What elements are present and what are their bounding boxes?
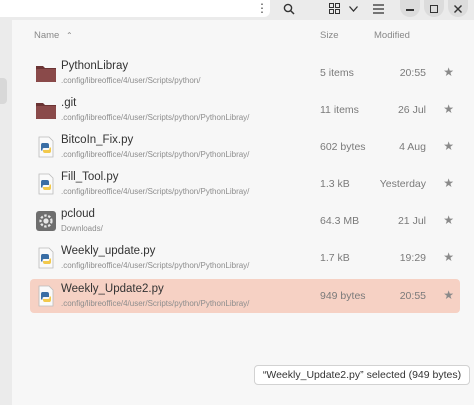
star-icon[interactable]: ★	[443, 250, 454, 264]
file-path: .config/libreoffice/4/user/Scripts/pytho…	[61, 113, 250, 122]
star-icon[interactable]: ★	[443, 65, 454, 79]
file-row[interactable]: .git .config/libreoffice/4/user/Scripts/…	[30, 93, 460, 127]
file-name: BitcoIn_Fix.py	[61, 134, 134, 146]
file-row[interactable]: Fill_Tool.py .config/libreoffice/4/user/…	[30, 167, 460, 201]
minimize-icon	[406, 9, 414, 11]
file-modified: 21 Jul	[397, 215, 426, 227]
file-size: 11 items	[320, 104, 359, 116]
column-header-size[interactable]: Size	[320, 30, 338, 41]
search-icon[interactable]	[281, 0, 297, 17]
star-icon[interactable]: ★	[443, 139, 454, 153]
executable-icon	[36, 211, 56, 231]
star-icon[interactable]: ★	[443, 213, 454, 227]
file-name: pcloud	[61, 208, 95, 220]
location-bar[interactable]	[0, 0, 270, 17]
window-close-button[interactable]	[448, 0, 468, 17]
sort-up-icon: ⌃	[65, 31, 73, 40]
file-modified: 26 Jul	[397, 104, 426, 116]
file-name: Weekly_update.py	[61, 245, 156, 257]
star-icon[interactable]: ★	[443, 288, 454, 302]
selection-status: “Weekly_Update2.py” selected (949 bytes)	[254, 365, 470, 385]
file-modified: 4 Aug	[399, 141, 426, 153]
file-path: .config/libreoffice/4/user/Scripts/pytho…	[61, 261, 250, 270]
maximize-icon	[430, 4, 438, 13]
python-file-icon	[38, 136, 54, 158]
file-size: 5 items	[320, 67, 354, 79]
close-icon	[454, 4, 462, 13]
python-file-icon	[38, 247, 54, 269]
star-icon[interactable]: ★	[443, 176, 454, 190]
chevron-down-icon[interactable]	[347, 0, 359, 17]
minimize-button[interactable]	[400, 0, 420, 17]
file-size: 1.3 kB	[320, 178, 350, 190]
file-path: .config/libreoffice/4/user/Scripts/pytho…	[61, 150, 250, 159]
file-row-selected[interactable]: Weekly_Update2.py .config/libreoffice/4/…	[30, 279, 460, 313]
star-icon[interactable]: ★	[443, 102, 454, 116]
file-size: 949 bytes	[320, 290, 366, 302]
file-path: .config/libreoffice/4/user/Scripts/pytho…	[61, 76, 201, 85]
file-size: 1.7 kB	[320, 252, 350, 264]
file-name: Fill_Tool.py	[61, 171, 119, 183]
list-menu-icon[interactable]	[371, 0, 385, 17]
column-header-name[interactable]: Name ⌃	[34, 30, 73, 41]
file-modified: 19:29	[399, 252, 426, 264]
file-path: Downloads/	[61, 224, 103, 233]
view-grid-icon[interactable]	[327, 0, 341, 17]
file-name: Weekly_Update2.py	[61, 283, 164, 295]
file-name: .git	[61, 97, 77, 109]
maximize-button[interactable]	[424, 0, 444, 17]
file-row[interactable]: pcloud Downloads/ 64.3 MB 21 Jul ★	[30, 204, 460, 238]
file-modified: 20:55	[399, 67, 426, 79]
file-path: .config/libreoffice/4/user/Scripts/pytho…	[61, 299, 250, 308]
kebab-menu-icon[interactable]: ⋮	[256, 1, 268, 15]
file-path: .config/libreoffice/4/user/Scripts/pytho…	[61, 187, 250, 196]
file-row[interactable]: PythonLibray .config/libreoffice/4/user/…	[30, 56, 460, 90]
file-size: 64.3 MB	[320, 215, 360, 227]
file-modified: 20:55	[399, 290, 426, 302]
sidebar	[0, 20, 12, 405]
sidebar-selected-item[interactable]	[0, 78, 7, 104]
column-header-modified[interactable]: Modified	[374, 30, 410, 41]
file-row[interactable]: Weekly_update.py .config/libreoffice/4/u…	[30, 241, 460, 275]
python-file-icon	[38, 285, 54, 307]
file-row[interactable]: BitcoIn_Fix.py .config/libreoffice/4/use…	[30, 130, 460, 164]
file-list: Name ⌃ Size Modified PythonLibray .confi…	[12, 20, 474, 405]
file-name: PythonLibray	[61, 60, 129, 72]
folder-icon	[36, 103, 56, 119]
python-file-icon	[38, 173, 54, 195]
column-name-label: Name	[34, 30, 60, 41]
file-size: 602 bytes	[320, 141, 366, 153]
folder-icon	[36, 66, 56, 82]
header-bar: ⋮	[0, 0, 474, 20]
file-modified: Yesterday	[379, 178, 426, 190]
